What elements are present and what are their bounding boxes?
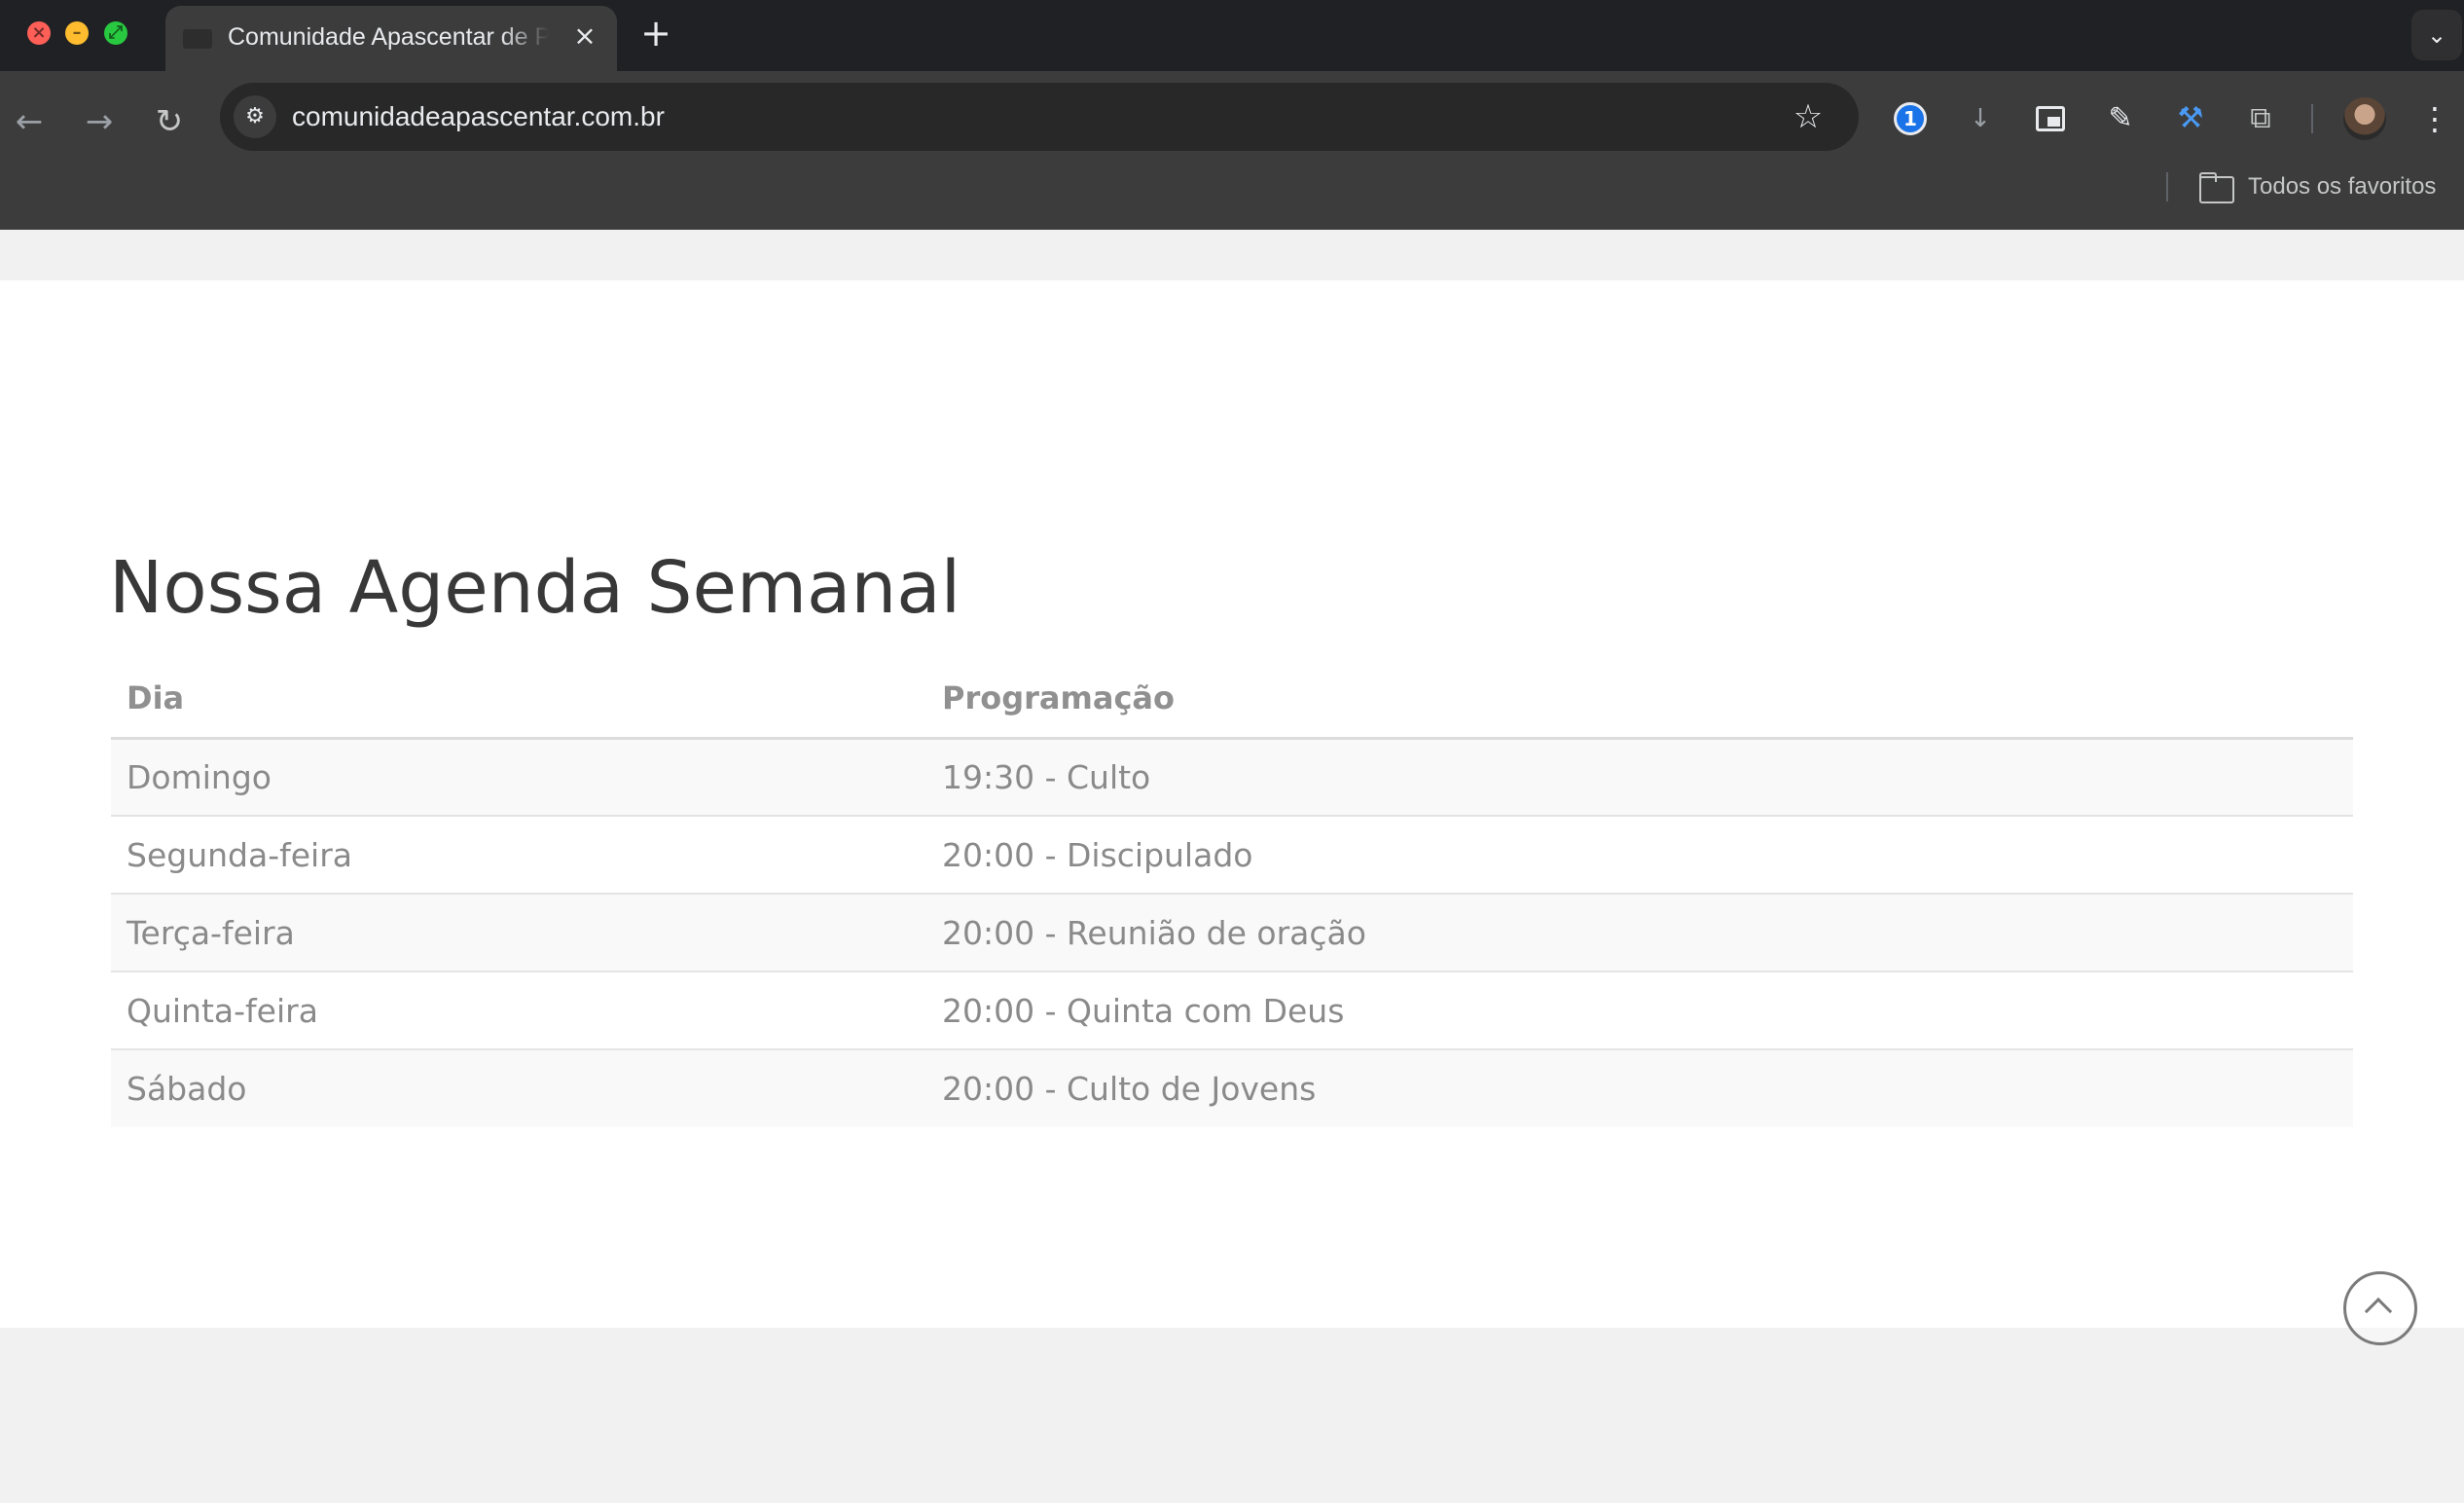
table-row: Domingo 19:30 - Culto (111, 738, 2353, 817)
agenda-section: Nossa Agenda Semanal Dia Programação Dom… (0, 280, 2464, 1328)
tab-close-button[interactable]: × (568, 19, 601, 53)
close-window-button[interactable]: × (27, 21, 51, 45)
program-cell: 20:00 - Quinta com Deus (926, 971, 2353, 1050)
download-icon: ↓ (1970, 104, 1991, 133)
scroll-to-top-button[interactable] (2341, 1269, 2462, 1347)
minimize-window-button[interactable]: – (65, 21, 89, 45)
close-icon: × (31, 22, 47, 43)
table-row: Segunda-feira 20:00 - Discipulado (111, 816, 2353, 895)
new-tab-button[interactable]: + (636, 14, 675, 53)
close-icon: × (573, 19, 597, 52)
column-header-program: Programação (926, 660, 2353, 740)
all-bookmarks-button[interactable]: Todos os favoritos (2248, 170, 2436, 203)
reload-icon: ↻ (155, 102, 184, 141)
program-cell: 20:00 - Discipulado (926, 816, 2353, 895)
profile-avatar[interactable] (2343, 97, 2386, 140)
tab-title: Comunidade Apascentar de P (228, 23, 549, 51)
url-text[interactable]: comunidadeapascentar.com.br (292, 98, 665, 135)
minimize-icon: – (72, 22, 82, 43)
active-tab[interactable]: Comunidade Apascentar de P × (165, 6, 617, 71)
day-cell: Quinta-feira (111, 971, 926, 1050)
extensions-button[interactable]: ⧉ (2240, 98, 2281, 139)
schedule-table: Dia Programação Domingo 19:30 - Culto Se… (111, 660, 2353, 1127)
favicon-icon (183, 29, 212, 49)
day-cell: Segunda-feira (111, 816, 926, 895)
back-button[interactable]: ← (8, 100, 51, 143)
folder-icon[interactable] (2199, 172, 2234, 203)
program-cell: 20:00 - Culto de Jovens (926, 1049, 2353, 1127)
browser-toolbar: ← → ↻ ⚙ comunidadeapascentar.com.br ☆ 1 … (0, 71, 2464, 230)
table-row: Quinta-feira 20:00 - Quinta com Deus (111, 971, 2353, 1050)
picture-in-picture-icon (2036, 106, 2065, 131)
browser-menu-button[interactable]: ⋮ (2413, 97, 2456, 140)
column-header-day: Dia (111, 660, 926, 740)
eyedropper-extension-button[interactable]: ✎ (2100, 98, 2141, 139)
address-bar[interactable]: ⚙ comunidadeapascentar.com.br ☆ (220, 83, 1859, 151)
hammer-extension-button[interactable]: ⚒ (2170, 98, 2211, 139)
tab-search-button[interactable]: ⌄ (2411, 10, 2462, 60)
bookmarks-divider (2166, 172, 2168, 202)
1password-extension-button[interactable]: 1 (1890, 98, 1931, 139)
forward-button[interactable]: → (78, 100, 121, 143)
day-cell: Terça-feira (111, 894, 926, 972)
arrow-left-icon: ← (15, 102, 44, 141)
kebab-menu-icon: ⋮ (2419, 100, 2450, 137)
page-title: Nossa Agenda Semanal (109, 546, 961, 630)
eyedropper-icon: ✎ (2108, 101, 2133, 135)
site-info-button[interactable]: ⚙ (234, 95, 276, 138)
day-cell: Sábado (111, 1049, 926, 1127)
fullscreen-icon: ⤢ (108, 22, 124, 43)
tune-icon: ⚙ (245, 104, 265, 128)
page-footer (0, 1328, 2464, 1503)
plus-icon: + (640, 12, 671, 55)
page-top-band (0, 230, 2464, 280)
table-row: Sábado 20:00 - Culto de Jovens (111, 1049, 2353, 1127)
day-cell: Domingo (111, 738, 926, 817)
program-cell: 19:30 - Culto (926, 738, 2353, 817)
browser-tab-bar: × – ⤢ Comunidade Apascentar de P × + ⌄ (0, 0, 2464, 71)
bookmark-star-button[interactable]: ☆ (1787, 95, 1830, 138)
program-cell: 20:00 - Reunião de oração (926, 894, 2353, 972)
fullscreen-window-button[interactable]: ⤢ (104, 21, 127, 45)
arrow-right-icon: → (85, 102, 114, 141)
picture-in-picture-button[interactable] (2030, 98, 2071, 139)
reload-button[interactable]: ↻ (148, 100, 191, 143)
star-icon: ☆ (1793, 97, 1824, 136)
downloads-button[interactable]: ↓ (1960, 98, 2001, 139)
toolbar-divider (2311, 104, 2313, 133)
hammer-icon: ⚒ (2177, 101, 2204, 135)
puzzle-icon: ⧉ (2250, 101, 2271, 135)
chevron-down-icon: ⌄ (2426, 21, 2447, 49)
table-row: Terça-feira 20:00 - Reunião de oração (111, 894, 2353, 972)
table-header-row: Dia Programação (111, 660, 2353, 740)
1password-icon: 1 (1894, 102, 1927, 135)
